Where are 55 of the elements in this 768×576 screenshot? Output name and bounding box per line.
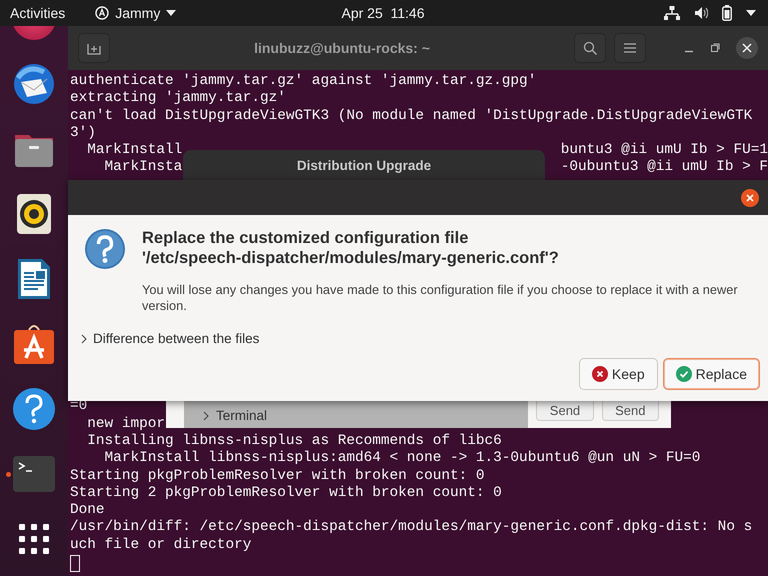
dialog-heading: Replace the customized configuration file '/etc/speech-dispatcher/modules/mary-generic.conf'? (142, 228, 560, 268)
search-icon (583, 41, 597, 55)
new-tab-button[interactable] (78, 33, 110, 63)
close-button[interactable] (741, 188, 759, 206)
terminal-line: -0ubuntu3 @ii umU Ib > F (560, 159, 768, 177)
text-cursor (70, 555, 80, 572)
menu-icon (624, 43, 636, 53)
mail-app-icon[interactable] (12, 62, 56, 106)
terminal-line: Installing libnss-nisplus as Recommends of libc6 (86, 432, 502, 450)
terminal-line: uch file or directory (70, 536, 252, 554)
terminal-expander[interactable]: Terminal (184, 401, 528, 428)
cancel-icon (592, 366, 608, 382)
terminal-line: Done (70, 502, 105, 520)
terminal-line: /usr/bin/diff: /etc/speech-dispatcher/modules/mary-generic.conf.dpkg-dist: No s (70, 519, 752, 537)
chevron-right-icon (202, 410, 210, 420)
menu-button[interactable] (614, 33, 646, 63)
terminal-line: Starting 2 pkgProblemResolver with broken count: 0 (70, 484, 502, 502)
search-button[interactable] (574, 33, 606, 63)
terminal-line: extracting 'jammy.tar.gz' (70, 90, 286, 108)
terminal-line: MarkInsta (104, 159, 182, 177)
app-logo-icon (95, 6, 110, 20)
chevron-right-icon (80, 334, 88, 344)
send-button[interactable]: Send (536, 401, 594, 421)
volume-icon[interactable] (694, 6, 708, 20)
shopping-bag-icon[interactable] (12, 322, 56, 366)
window-title: Distribution Upgrade (183, 150, 545, 182)
dialog-message: You will lose any changes you have made to this configuration file if you choose to replace it with a newer version. (142, 282, 739, 314)
maximize-icon[interactable] (710, 43, 720, 53)
window-title: linubuzz@ubuntu-rocks: ~ (253, 40, 431, 56)
help-icon[interactable] (12, 387, 56, 431)
clock[interactable]: Apr 25 11:46 (258, 5, 508, 21)
caret-icon (166, 10, 176, 16)
terminal-line: buntu3 @ii umU Ib > FU=1 (560, 142, 768, 160)
app-menu[interactable]: Jammy (115, 5, 160, 21)
activities-button[interactable]: Activities (10, 5, 66, 21)
expander-label: Terminal (216, 408, 268, 423)
checkmark-icon (676, 366, 692, 382)
new-tab-icon (87, 41, 101, 55)
caret-icon[interactable] (746, 10, 756, 16)
terminal-line: new impor (86, 416, 165, 433)
terminal-line: authenticate 'jammy.tar.gz' against 'jammy.tar.gz.gpg' (70, 73, 536, 90)
keep-button[interactable]: Keep (578, 358, 658, 390)
network-icon[interactable] (664, 6, 680, 20)
terminal-line: MarkInstall (86, 142, 182, 160)
terminal-line: 3') (70, 124, 96, 142)
close-icon (742, 43, 752, 53)
replace-button[interactable]: Replace (662, 358, 760, 390)
terminal-line: MarkInstall libnss-nisplus:amd64 < none -> 1.3-0ubuntu6 @un uN > FU=0 (104, 450, 700, 468)
terminal-line: Starting pkgProblemResolver with broken count: 0 (70, 468, 485, 485)
close-icon (746, 194, 754, 202)
question-icon (84, 228, 126, 270)
send-button[interactable]: Send (602, 401, 659, 421)
close-button[interactable] (736, 37, 758, 59)
battery-icon[interactable] (722, 5, 732, 21)
terminal-line: can't load DistUpgradeViewGTK3 (No module named 'DistUpgrade.DistUpgradeViewGTK (70, 108, 752, 125)
